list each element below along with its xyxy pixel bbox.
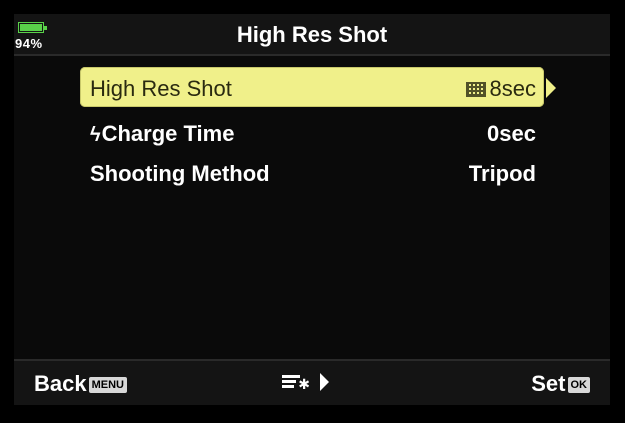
chevron-right-icon[interactable] — [546, 78, 556, 98]
grid-icon — [465, 82, 486, 97]
back-label: Back — [34, 371, 87, 396]
menu-item-label: High Res Shot — [90, 76, 232, 101]
menu-item-label: Shooting Method — [90, 161, 270, 186]
menu-item-high-res-shot[interactable]: High Res Shot 8sec — [80, 67, 544, 107]
menu-item-value: 0sec — [487, 121, 536, 146]
top-bar: 94% High Res Shot — [14, 14, 610, 56]
ok-button-badge: OK — [567, 377, 590, 393]
menu-item-charge-time[interactable]: ϟCharge Time 0sec — [80, 112, 544, 152]
set-button[interactable]: Set OK — [531, 371, 590, 397]
menu-item-value: 8sec — [489, 76, 536, 101]
page-title: High Res Shot — [236, 22, 388, 47]
menu-button-badge: MENU — [88, 377, 127, 393]
menu-item-value: Tripod — [468, 161, 536, 186]
camera-menu-screen: 94% High Res Shot High Res Shot 8sec ϟCh… — [14, 14, 610, 405]
menu-item-shooting-method[interactable]: Shooting Method Tripod — [80, 152, 544, 192]
menu-settings-icon: ✱ — [282, 373, 310, 391]
submenu-nav[interactable]: ✱ — [282, 373, 330, 391]
flash-icon: ϟ — [90, 124, 101, 146]
bottom-bar: Back MENU ✱ Set OK — [14, 359, 610, 405]
back-button[interactable]: Back MENU — [34, 371, 127, 397]
menu-item-label: Charge Time — [101, 121, 235, 146]
arrow-right-icon — [320, 373, 330, 391]
set-label: Set — [531, 371, 566, 396]
